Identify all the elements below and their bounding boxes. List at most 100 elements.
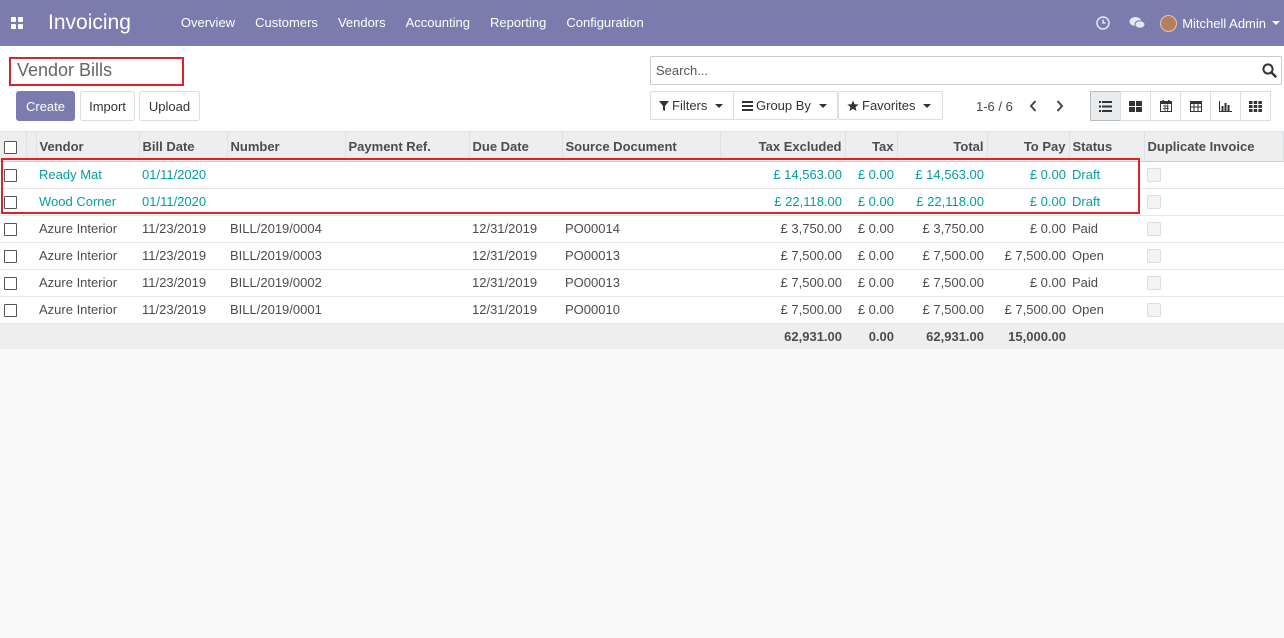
menu-item-reporting[interactable]: Reporting <box>480 0 556 46</box>
row-checkbox[interactable] <box>4 223 17 237</box>
pager-previous-icon[interactable] <box>1021 92 1045 120</box>
vendor-bills-table: Vendor Bill Date Number Payment Ref. Due… <box>0 132 1284 349</box>
table-row[interactable]: Azure Interior 11/23/2019 BILL/2019/0001… <box>0 296 1284 324</box>
status-cell: Paid <box>1069 215 1144 243</box>
column-header-payment-ref[interactable]: Payment Ref. <box>345 132 470 162</box>
row-select-cell <box>0 242 26 270</box>
payment-ref-cell <box>345 161 469 189</box>
pager-next-icon[interactable] <box>1048 92 1072 120</box>
menu-item-overview[interactable]: Overview <box>171 0 245 46</box>
row-checkbox[interactable] <box>4 250 17 264</box>
filter-icon <box>659 100 669 111</box>
tax-excluded-cell: £ 7,500.00 <box>720 242 845 270</box>
column-header-source-document[interactable]: Source Document <box>562 132 721 162</box>
kanban-view-icon[interactable] <box>1120 91 1151 121</box>
search-icon[interactable] <box>1257 57 1281 84</box>
source-document-cell: PO00013 <box>562 242 720 270</box>
group-by-dropdown[interactable]: Group By <box>733 91 838 120</box>
grid-view-icon[interactable] <box>1240 91 1271 121</box>
number-cell: BILL/2019/0001 <box>227 296 345 324</box>
table-row[interactable]: Azure Interior 11/23/2019 BILL/2019/0003… <box>0 242 1284 270</box>
favorites-dropdown[interactable]: Favorites <box>838 91 943 120</box>
bill-date-cell: 01/11/2020 <box>139 161 227 189</box>
row-select-cell <box>0 296 26 324</box>
row-checkbox[interactable] <box>4 277 17 291</box>
table-row[interactable]: Azure Interior 11/23/2019 BILL/2019/0002… <box>0 269 1284 297</box>
totals-spacer <box>26 323 36 349</box>
column-header-vendor[interactable]: Vendor <box>36 132 140 162</box>
menu-item-configuration[interactable]: Configuration <box>556 0 653 46</box>
activity-clock-icon[interactable] <box>1086 0 1120 46</box>
duplicate-invoice-cell <box>1144 296 1284 324</box>
list-view-icon[interactable] <box>1090 91 1121 121</box>
row-select-cell <box>0 161 26 189</box>
tax-excluded-cell: £ 22,118.00 <box>720 188 845 216</box>
tax-excluded-cell: £ 7,500.00 <box>720 269 845 297</box>
messaging-chat-icon[interactable] <box>1120 0 1154 46</box>
breadcrumb: Vendor Bills <box>9 57 184 86</box>
pager-value[interactable]: 1-6 / 6 <box>976 99 1013 114</box>
column-header-total[interactable]: Total <box>897 132 988 162</box>
search-input[interactable] <box>651 57 1257 84</box>
table-row[interactable]: Wood Corner 01/11/2020 £ 22,118.00 £ 0.0… <box>0 188 1284 216</box>
payment-ref-cell <box>345 242 469 270</box>
apps-menu-icon[interactable] <box>2 0 32 46</box>
column-header-bill-date[interactable]: Bill Date <box>139 132 228 162</box>
table-body: Ready Mat 01/11/2020 £ 14,563.00 £ 0.00 … <box>0 161 1284 349</box>
column-header-status[interactable]: Status <box>1069 132 1145 162</box>
column-header-number[interactable]: Number <box>227 132 346 162</box>
payment-ref-cell <box>345 269 469 297</box>
totals-spacer <box>139 323 227 349</box>
select-all-checkbox[interactable] <box>4 140 17 154</box>
user-menu[interactable]: Mitchell Admin <box>1160 14 1280 32</box>
status-cell: Open <box>1069 296 1144 324</box>
menu-item-accounting[interactable]: Accounting <box>396 0 480 46</box>
duplicate-invoice-checkbox <box>1147 249 1161 264</box>
list-bars-icon <box>742 100 753 111</box>
upload-button[interactable]: Upload <box>139 91 200 121</box>
graph-view-icon[interactable] <box>1210 91 1241 121</box>
menu-item-customers[interactable]: Customers <box>245 0 328 46</box>
column-header-due-date[interactable]: Due Date <box>469 132 563 162</box>
table-row[interactable]: Ready Mat 01/11/2020 £ 14,563.00 £ 0.00 … <box>0 161 1284 189</box>
total-cell: £ 3,750.00 <box>897 215 987 243</box>
duplicate-invoice-cell <box>1144 161 1284 189</box>
total-cell: £ 7,500.00 <box>897 269 987 297</box>
menu-item-vendors[interactable]: Vendors <box>328 0 396 46</box>
to-pay-cell: £ 0.00 <box>987 161 1069 189</box>
import-button[interactable]: Import <box>80 91 135 121</box>
tax-excluded-cell: £ 3,750.00 <box>720 215 845 243</box>
source-document-cell <box>562 188 720 216</box>
column-header-tax[interactable]: Tax <box>845 132 898 162</box>
total-cell: £ 22,118.00 <box>897 188 987 216</box>
total-tax: 0.00 <box>845 323 897 349</box>
group-by-label: Group By <box>756 98 811 113</box>
column-header-tax-excluded[interactable]: Tax Excluded <box>720 132 846 162</box>
filters-dropdown[interactable]: Filters <box>650 91 734 120</box>
number-cell <box>227 161 345 189</box>
to-pay-cell: £ 0.00 <box>987 269 1069 297</box>
due-date-cell: 12/31/2019 <box>469 269 562 297</box>
due-date-cell: 12/31/2019 <box>469 215 562 243</box>
column-header-to-pay[interactable]: To Pay <box>987 132 1070 162</box>
create-button[interactable]: Create <box>16 91 75 121</box>
row-checkbox[interactable] <box>4 304 17 318</box>
duplicate-invoice-checkbox <box>1147 276 1161 291</box>
column-header-duplicate-invoice[interactable]: Duplicate Invoice <box>1144 132 1284 162</box>
total-cell: £ 14,563.00 <box>897 161 987 189</box>
tax-cell: £ 0.00 <box>845 242 897 270</box>
status-cell: Draft <box>1069 161 1144 189</box>
row-checkbox[interactable] <box>4 196 17 210</box>
table-row[interactable]: Azure Interior 11/23/2019 BILL/2019/0004… <box>0 215 1284 243</box>
status-cell: Paid <box>1069 269 1144 297</box>
filters-label: Filters <box>672 98 708 113</box>
pivot-view-icon[interactable] <box>1180 91 1211 121</box>
bill-date-cell: 11/23/2019 <box>139 296 227 324</box>
duplicate-invoice-cell <box>1144 215 1284 243</box>
user-name: Mitchell Admin <box>1182 15 1266 31</box>
totals-spacer <box>562 323 720 349</box>
payment-ref-cell <box>345 215 469 243</box>
total-cell: £ 7,500.00 <box>897 296 987 324</box>
row-checkbox[interactable] <box>4 169 17 183</box>
calendar-view-icon[interactable] <box>1150 91 1181 121</box>
